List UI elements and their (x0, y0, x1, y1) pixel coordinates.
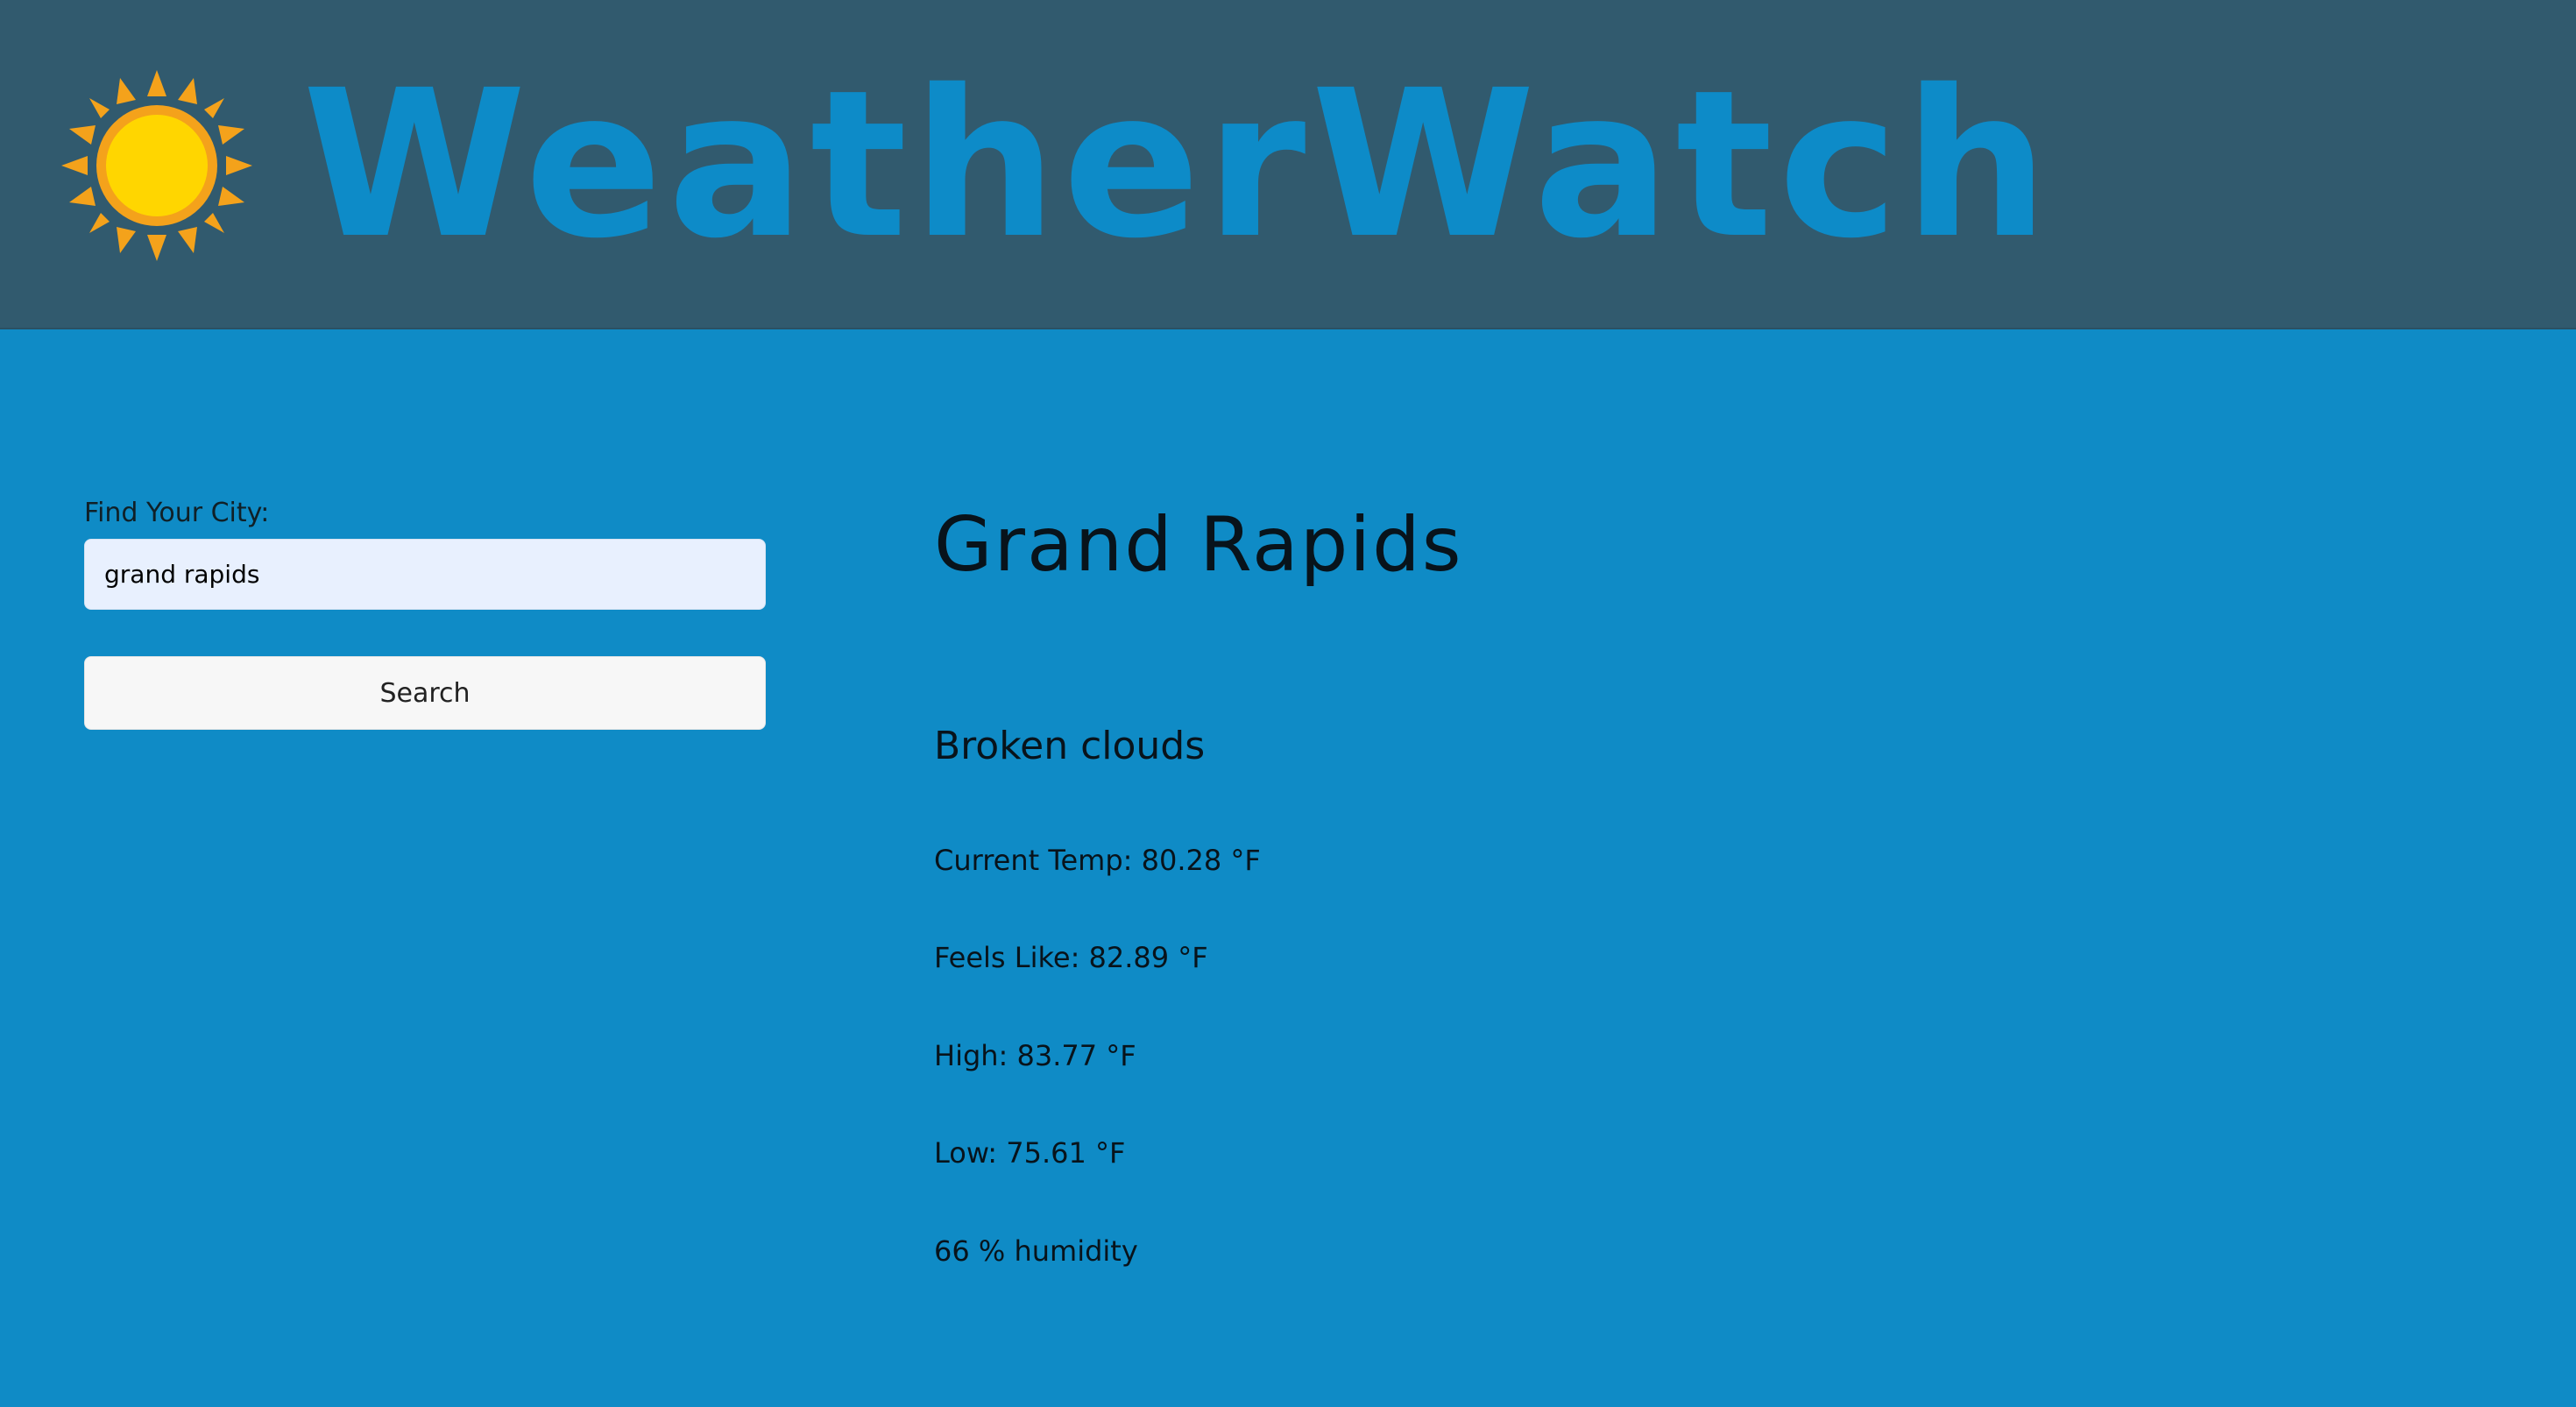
humidity: 66 % humidity (934, 1234, 1138, 1268)
city-search-input[interactable] (84, 539, 766, 610)
brand-title: WeatherWatch (302, 46, 2055, 283)
weather-app: WeatherWatch Find Your City: Search Gran… (0, 0, 2576, 1407)
feels-like-temp: Feels Like: 82.89 °F (934, 941, 1208, 974)
sun-icon (61, 70, 252, 261)
current-temp: Current Temp: 80.28 °F (934, 844, 1261, 877)
city-name: Grand Rapids (934, 501, 1463, 589)
high-temp: High: 83.77 °F (934, 1039, 1136, 1072)
search-button[interactable]: Search (84, 656, 766, 730)
low-temp: Low: 75.61 °F (934, 1136, 1126, 1170)
search-label: Find Your City: (84, 498, 270, 528)
weather-condition: Broken clouds (934, 724, 1206, 768)
site-header: WeatherWatch (0, 0, 2576, 329)
